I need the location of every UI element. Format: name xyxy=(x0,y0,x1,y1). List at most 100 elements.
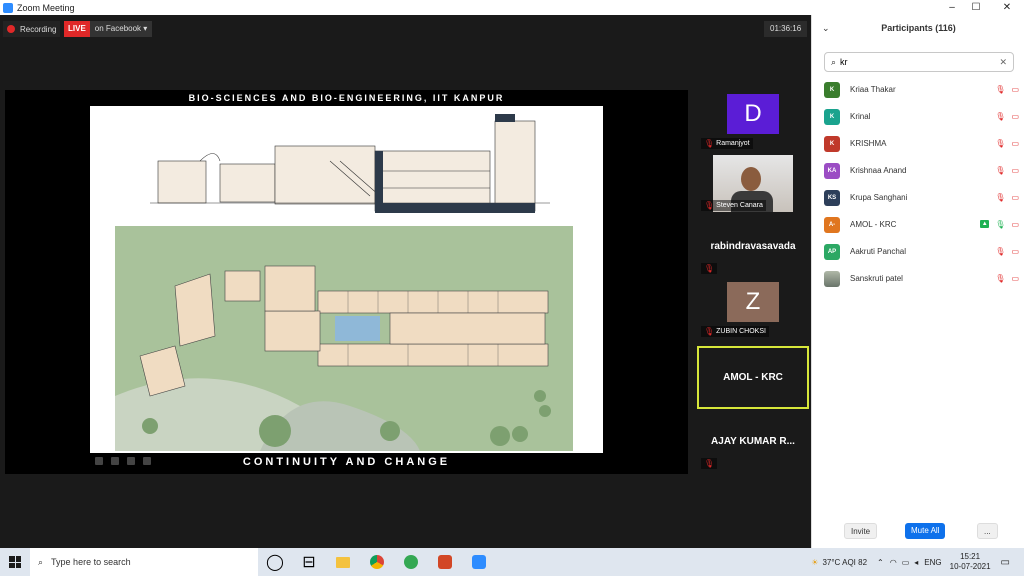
participant-row[interactable]: K KRISHMA 🎙 ▭ xyxy=(824,130,1019,157)
mic-muted-icon: 🎙 xyxy=(995,247,1006,256)
tray-overflow-icon[interactable]: ⌃ xyxy=(877,558,884,567)
mic-muted-icon: 🎙 xyxy=(704,459,715,468)
participant-list: K Kriaa Thakar 🎙 ▭ K Krinal 🎙 ▭ K KRISHMA … xyxy=(824,76,1019,292)
participant-name: KRISHMA xyxy=(850,139,887,148)
participant-row[interactable]: KS Krupa Sanghani 🎙 ▭ xyxy=(824,184,1019,211)
participant-row[interactable]: AP Aakruti Panchal 🎙 ▭ xyxy=(824,238,1019,265)
video-tile-steven[interactable]: 🎙 Steven Canara xyxy=(699,154,807,213)
participant-name: AMOL - KRC xyxy=(723,372,783,383)
video-tile-zubin[interactable]: Z 🎙 ZUBIN CHOKSI xyxy=(699,280,807,339)
mic-on-icon: 🎙 xyxy=(995,220,1006,229)
participant-name: AMOL - KRC xyxy=(850,220,897,229)
mic-muted-icon: 🎙 xyxy=(995,193,1006,202)
video-off-icon: ▭ xyxy=(1011,274,1019,283)
search-input[interactable] xyxy=(840,57,1000,67)
search-icon: ⌕ xyxy=(831,56,837,67)
avatar: KS xyxy=(824,189,840,206)
video-off-icon: ▭ xyxy=(1011,139,1019,148)
tile-name: Ramanjyot xyxy=(716,140,750,147)
participant-name: Sanskruti patel xyxy=(850,274,903,283)
architectural-drawing xyxy=(90,106,603,451)
mic-muted-icon: 🎙 xyxy=(704,264,715,273)
mic-muted-icon: 🎙 xyxy=(995,274,1006,283)
slide-header: BIO-SCIENCES AND BIO-ENGINEERING, IIT KA… xyxy=(188,93,505,103)
recording-indicator[interactable]: Recording xyxy=(3,21,61,37)
video-tile-amol-active-speaker[interactable]: AMOL - KRC xyxy=(697,346,809,409)
meeting-timer: 01:36:16 xyxy=(764,21,808,37)
wifi-icon[interactable]: ◠ xyxy=(890,558,897,567)
participant-row[interactable]: A- AMOL - KRC ▲ 🎙 ▭ xyxy=(824,211,1019,238)
avatar: KA xyxy=(824,162,840,179)
participant-name: Krishnaa Anand xyxy=(850,166,907,175)
live-stream-indicator[interactable]: LIVE on Facebook ▾ xyxy=(64,21,153,37)
avatar: AP xyxy=(824,243,840,260)
video-off-icon: ▭ xyxy=(1011,247,1019,256)
search-icon: ⌕ xyxy=(38,556,44,567)
participant-name: Krinal xyxy=(850,112,871,121)
participant-name: Aakruti Panchal xyxy=(850,247,907,256)
clock[interactable]: 15:21 10-07-2021 xyxy=(950,552,991,572)
maximize-button[interactable]: ☐ xyxy=(962,0,990,15)
powerpoint-icon[interactable] xyxy=(428,548,462,576)
avatar: K xyxy=(824,81,840,98)
zoom-app-icon xyxy=(3,2,13,13)
mic-muted-icon: 🎙 xyxy=(704,139,715,148)
invite-button[interactable]: Invite xyxy=(844,523,878,539)
notifications-icon[interactable]: ▭ xyxy=(1001,557,1010,568)
video-tile-ajay[interactable]: AJAY KUMAR R... 🎙 xyxy=(699,412,807,471)
close-button[interactable]: ✕ xyxy=(993,0,1021,15)
participant-name: Kriaa Thakar xyxy=(850,85,896,94)
volume-icon[interactable]: ◂ xyxy=(914,558,918,567)
video-tile-rabindra[interactable]: rabindravasavada 🎙 xyxy=(699,217,807,276)
taskbar-search[interactable]: ⌕ Type here to search xyxy=(30,548,258,576)
file-explorer-icon[interactable] xyxy=(326,548,360,576)
widgets-icon[interactable]: ⊟ xyxy=(292,548,326,576)
participant-row[interactable]: K Kriaa Thakar 🎙 ▭ xyxy=(824,76,1019,103)
tile-name: ZUBIN CHOKSI xyxy=(716,328,766,335)
participant-search[interactable]: ⌕ ✕ xyxy=(824,52,1014,72)
mic-muted-icon: 🎙 xyxy=(704,201,715,210)
video-off-icon: ▭ xyxy=(1011,85,1019,94)
video-tile-ramanjyot[interactable]: D 🎙 Ramanjyot xyxy=(699,92,807,151)
system-tray: ☀ 37°C AQI 82 ⌃ ◠ ▭ ◂ ENG 15:21 10-07-20… xyxy=(811,548,1024,576)
clear-search-icon[interactable]: ✕ xyxy=(999,57,1007,68)
more-options-button[interactable]: ... xyxy=(977,523,998,539)
maps-app-icon[interactable] xyxy=(394,548,428,576)
participants-title: Participants (116) xyxy=(881,23,956,33)
participant-row[interactable]: KA Krishnaa Anand 🎙 ▭ xyxy=(824,157,1019,184)
mic-muted-icon: 🎙 xyxy=(995,112,1006,121)
zoom-taskbar-icon[interactable] xyxy=(462,548,496,576)
live-badge: LIVE xyxy=(64,21,90,37)
participants-panel: ⌄ Participants (116) ⌕ ✕ K Kriaa Thakar … xyxy=(811,15,1024,548)
avatar: A- xyxy=(824,216,840,233)
mute-all-button[interactable]: Mute All xyxy=(905,523,946,539)
chrome-icon[interactable] xyxy=(360,548,394,576)
language-indicator[interactable]: ENG xyxy=(924,558,941,567)
windows-taskbar: ⌕ Type here to search ◯ ⊟ ☀ 37°C AQI 82 … xyxy=(0,548,1024,576)
clock-date: 10-07-2021 xyxy=(949,562,991,571)
mic-muted-icon: 🎙 xyxy=(704,327,715,336)
weather-text[interactable]: 37°C AQI 82 xyxy=(822,558,867,567)
mic-muted-icon: 🎙 xyxy=(995,166,1006,175)
start-button[interactable] xyxy=(0,548,30,576)
participant-row[interactable]: Sanskruti patel 🎙 ▭ xyxy=(824,265,1019,292)
video-off-icon: ▭ xyxy=(1011,112,1019,121)
display-icon[interactable]: ▭ xyxy=(902,558,910,567)
participant-row[interactable]: K Krinal 🎙 ▭ xyxy=(824,103,1019,130)
meeting-area: Recording LIVE on Facebook ▾ 01:36:16 BI… xyxy=(0,15,811,548)
window-titlebar: Zoom Meeting – ☐ ✕ xyxy=(0,0,1024,15)
task-view-icon[interactable]: ◯ xyxy=(258,548,292,576)
participant-actions: Invite Mute All ... xyxy=(812,523,1024,539)
avatar: D xyxy=(727,94,779,134)
recording-label: Recording xyxy=(20,24,57,34)
tile-name: Steven Canara xyxy=(716,202,763,209)
windows-logo-icon xyxy=(9,556,21,568)
video-off-icon: ▭ xyxy=(1011,193,1019,202)
window-title: Zoom Meeting xyxy=(17,2,75,13)
weather-icon: ☀ xyxy=(811,557,819,567)
live-platform-dropdown[interactable]: on Facebook ▾ xyxy=(89,21,153,37)
share-screen-icon: ▲ xyxy=(980,220,990,228)
avatar: K xyxy=(824,108,840,125)
video-off-icon: ▭ xyxy=(1011,220,1019,229)
slide-footer: CONTINUITY AND CHANGE xyxy=(242,456,451,468)
